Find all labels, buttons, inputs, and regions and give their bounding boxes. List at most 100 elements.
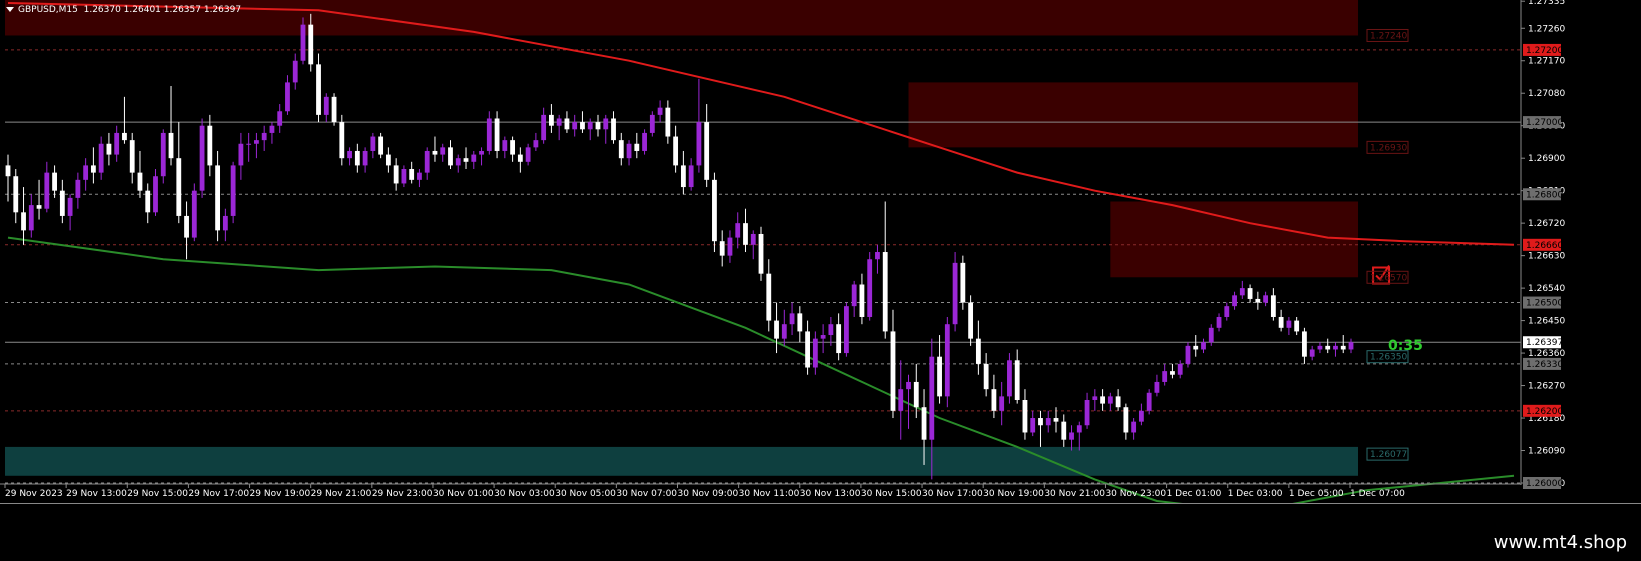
candle-body-160 [1247,288,1253,299]
candle-body-46 [362,150,368,166]
y-tick-label-12: 1.26270 [1528,382,1565,392]
price-chart[interactable]: 1.273351.272601.271701.270801.269901.269… [0,0,1641,503]
candle-body-154 [1201,342,1206,350]
candle-body-60 [471,154,477,162]
candle-body-80 [626,143,632,159]
candle-body-81 [634,143,640,151]
candle-body-70 [549,114,554,126]
candle-body-129 [1007,360,1012,397]
y-tick-label-10: 1.26450 [1528,317,1565,327]
candle-body-125 [975,338,981,364]
candle-body-143 [1115,396,1121,408]
candle-body-78 [611,118,616,141]
candle-body-62 [486,118,492,151]
candle-body-105 [820,335,826,339]
candle-body-26 [207,125,213,166]
x-tick-label-9: 30 Nov 05:00 [555,489,616,499]
candle-body-137 [1069,432,1074,440]
candle-body-67 [525,147,531,162]
candle-body-84 [657,107,663,115]
collapse-triangle-icon[interactable] [6,7,14,12]
candle-body-79 [618,140,624,159]
candle-body-100 [781,324,787,339]
x-tick-label-1: 29 Nov 13:00 [66,489,127,499]
candle-body-63 [494,118,500,151]
candle-body-17 [137,172,143,191]
x-tick-label-22: 1 Dec 07:00 [1350,489,1405,499]
candle-body-91 [712,179,717,242]
candle-body-39 [308,24,314,65]
candle-body-142 [1107,396,1113,404]
level-tag-8: 1.26000 [1526,479,1563,489]
chart-window[interactable]: 1.273351.272601.271701.270801.269901.269… [0,0,1641,504]
candle-countdown: 0:35 [1388,338,1423,354]
candle-body-115 [898,389,904,411]
candle-body-11 [90,165,96,173]
candle-body-16 [129,140,135,173]
candle-body-1 [13,176,19,213]
symbol-info: GBPUSD,M15 1.26370 1.26401 1.26357 1.263… [6,5,241,15]
candle-body-156 [1216,316,1222,328]
candle-body-14 [114,132,120,155]
candle-body-20 [160,132,166,177]
candle-body-166 [1294,320,1300,332]
candle-body-149 [1162,371,1168,382]
x-tick-label-5: 29 Nov 21:00 [311,489,372,499]
y-tick-label-0: 1.27335 [1528,0,1565,7]
candle-body-19 [153,176,158,213]
y-tick-label-1: 1.27260 [1528,24,1565,34]
x-tick-label-10: 30 Nov 07:00 [616,489,677,499]
candle-body-138 [1076,425,1082,433]
x-tick-label-21: 1 Dec 05:00 [1289,489,1344,499]
candle-body-5 [44,172,50,209]
candle-body-109 [851,284,857,307]
candle-body-128 [999,396,1005,411]
y-tick-label-3: 1.27080 [1528,89,1565,99]
candle-body-120 [937,356,942,397]
candle-body-58 [455,158,461,166]
x-tick-label-4: 29 Nov 19:00 [250,489,311,499]
y-tick-label-9: 1.26540 [1528,284,1565,294]
candle-body-169 [1317,345,1323,350]
candle-body-145 [1131,421,1137,433]
candle-body-102 [797,313,803,332]
x-tick-label-16: 30 Nov 19:00 [983,489,1044,499]
candle-body-31 [246,143,252,145]
candle-body-127 [991,389,997,411]
candle-body-44 [347,150,352,159]
candle-body-117 [913,381,919,408]
candle-body-29 [230,165,236,216]
candle-body-122 [952,262,958,325]
candle-body-155 [1208,327,1214,343]
candle-body-111 [867,259,873,317]
candle-body-118 [921,407,927,440]
candle-body-6 [52,172,57,191]
x-tick-label-20: 1 Dec 03:00 [1228,489,1283,499]
x-tick-label-0: 29 Nov 2023 [5,489,63,499]
candle-body-0 [5,165,11,177]
candle-body-61 [479,150,484,155]
x-tick-label-11: 30 Nov 09:00 [678,489,739,499]
candle-body-113 [882,252,888,332]
candle-body-83 [649,114,655,133]
candle-body-94 [735,223,741,238]
x-tick-label-14: 30 Nov 15:00 [861,489,922,499]
candle-body-30 [238,143,244,166]
candle-body-47 [370,136,376,151]
candle-body-69 [541,114,547,141]
candle-body-170 [1325,345,1331,350]
candle-body-36 [285,82,290,112]
candle-body-124 [968,302,974,339]
candle-body-38 [300,24,306,61]
candle-body-72 [564,118,570,130]
candle-body-86 [673,136,679,166]
candle-body-99 [774,320,779,339]
candle-body-146 [1138,410,1144,422]
candle-body-104 [812,338,818,368]
candle-body-7 [59,190,65,216]
candle-body-54 [424,150,430,173]
candle-body-133 [1038,418,1043,426]
candle-body-153 [1193,345,1199,350]
candle-body-162 [1263,295,1269,303]
candle-body-110 [859,284,865,317]
